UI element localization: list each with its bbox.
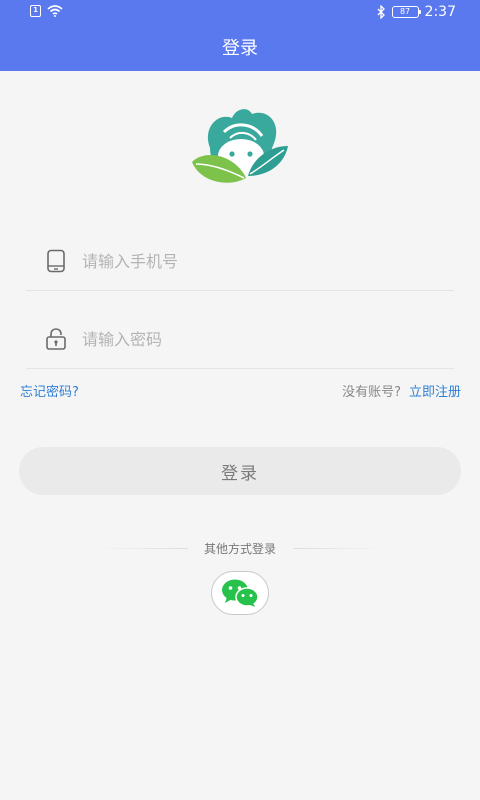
sim-card-icon: 1 [30, 5, 41, 17]
other-login-label: 其他方式登录 [203, 542, 276, 556]
battery-icon: 87 [391, 6, 421, 18]
register-row: 没有账号? 立即注册 [342, 381, 461, 400]
lock-icon [46, 328, 66, 350]
status-bar: 1 87 2:37 [0, 0, 480, 26]
login-button[interactable]: 登录 [19, 447, 461, 495]
page-title: 登录 [222, 38, 258, 59]
status-time: 2:37 [424, 4, 456, 20]
bluetooth-icon [377, 5, 385, 19]
register-link[interactable]: 立即注册 [409, 385, 461, 400]
password-input[interactable] [82, 323, 422, 355]
password-field [26, 309, 454, 369]
divider-line-right [294, 548, 384, 549]
wechat-icon [222, 579, 259, 607]
mobile-phone-icon [47, 249, 65, 273]
wechat-login-button[interactable] [211, 571, 269, 615]
header-bar: 1 87 2:37 登录 [0, 0, 480, 71]
other-login-divider: 其他方式登录 [0, 540, 480, 556]
wifi-icon [47, 5, 63, 17]
phone-field [26, 231, 454, 291]
no-account-text: 没有账号? [342, 385, 401, 400]
leaf-face-logo-icon [192, 109, 288, 183]
phone-input[interactable] [82, 245, 422, 277]
app-logo [188, 106, 292, 188]
forgot-password-link[interactable]: 忘记密码? [20, 381, 79, 400]
